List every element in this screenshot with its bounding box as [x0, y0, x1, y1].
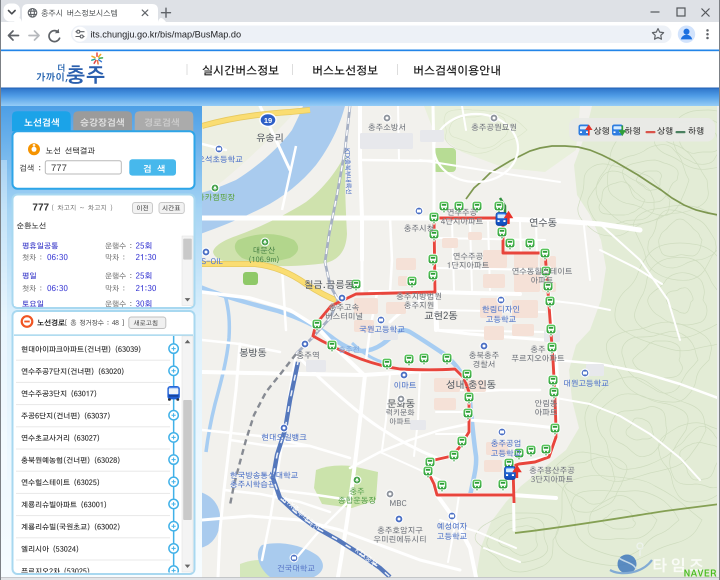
- svg-text:its.chungju.go.kr/bis/map/BusM: its.chungju.go.kr/bis/map/BusMap.do: [91, 30, 242, 40]
- svg-text:19: 19: [264, 116, 272, 125]
- svg-text:777: 777: [51, 163, 67, 174]
- svg-text:777: 777: [32, 203, 49, 214]
